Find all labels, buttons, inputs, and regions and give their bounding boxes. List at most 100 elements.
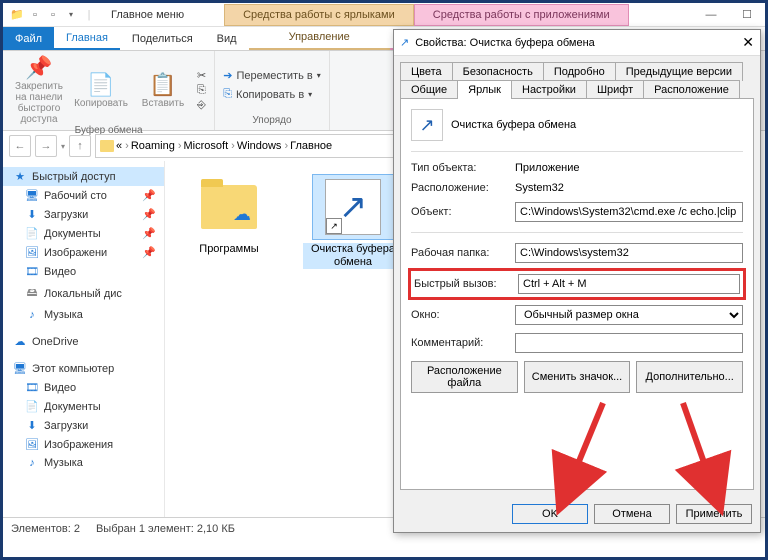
star-icon: ★ xyxy=(13,170,27,183)
copy-button[interactable]: 📄 Копировать xyxy=(73,55,129,125)
dialog-titlebar[interactable]: ↗ Свойства: Очистка буфера обмена ✕ xyxy=(394,30,760,56)
pc-icon: 🖥 xyxy=(13,362,27,375)
nav-quick-access[interactable]: ★Быстрый доступ xyxy=(3,167,164,186)
context-tab-app-tools[interactable]: Средства работы с приложениями xyxy=(414,4,629,26)
image-icon: 🖼 xyxy=(25,438,39,451)
tab-shortcut[interactable]: Ярлык xyxy=(457,80,512,99)
window-title: Главное меню xyxy=(111,9,184,21)
video-icon: 🎞 xyxy=(25,265,39,278)
close-button[interactable]: ✕ xyxy=(742,34,754,51)
nav-pictures[interactable]: 🖼Изображени📌 xyxy=(3,243,164,262)
copy-path-button[interactable]: ⎘ xyxy=(197,84,206,97)
path-icon: ⎘ xyxy=(197,84,206,97)
nav-onedrive[interactable]: ☁OneDrive xyxy=(3,332,164,351)
change-icon-button[interactable]: Сменить значок... xyxy=(524,361,631,393)
nav-documents[interactable]: 📄Документы📌 xyxy=(3,224,164,243)
music-icon: ♪ xyxy=(25,457,39,469)
nav-pc-downloads[interactable]: ⬇Загрузки xyxy=(3,416,164,435)
label-comment: Комментарий: xyxy=(411,337,507,349)
tab-font[interactable]: Шрифт xyxy=(586,80,644,99)
target-input[interactable] xyxy=(515,202,743,222)
move-to-button[interactable]: ➔Переместить в▾ xyxy=(223,69,321,82)
nav-localdisk[interactable]: 🖴Локальный дис xyxy=(3,281,164,306)
window-select[interactable]: Обычный размер окна xyxy=(515,305,743,325)
nav-desktop[interactable]: 🖥Рабочий сто📌 xyxy=(3,186,164,205)
pin-button[interactable]: 📌 Закрепить на панели быстрого доступа xyxy=(11,55,67,125)
tab-home[interactable]: Главная xyxy=(54,27,120,50)
status-item-count: Элементов: 2 xyxy=(11,523,80,535)
nav-thispc[interactable]: 🖥Этот компьютер xyxy=(3,359,164,378)
download-icon: ⬇ xyxy=(25,208,39,221)
label-window: Окно: xyxy=(411,309,507,321)
qat-item[interactable]: ▫ xyxy=(27,7,43,23)
onedrive-overlay-icon: ☁ xyxy=(233,204,251,225)
tab-details[interactable]: Подробно xyxy=(543,62,616,81)
dialog-title: Свойства: Очистка буфера обмена xyxy=(415,37,595,49)
folder-icon xyxy=(100,140,114,152)
tab-general[interactable]: Общие xyxy=(400,80,458,99)
download-icon: ⬇ xyxy=(25,419,39,432)
minimize-button[interactable]: — xyxy=(693,3,729,27)
nav-pc-documents[interactable]: 📄Документы xyxy=(3,397,164,416)
tab-settings[interactable]: Настройки xyxy=(511,80,587,99)
advanced-button[interactable]: Дополнительно... xyxy=(636,361,743,393)
tab-view[interactable]: Вид xyxy=(205,27,249,50)
folder-icon: ☁ xyxy=(201,185,257,229)
forward-button[interactable]: → xyxy=(35,135,57,157)
nav-pc-videos[interactable]: 🎞Видео xyxy=(3,378,164,397)
nav-pc-pictures[interactable]: 🖼Изображения xyxy=(3,435,164,454)
tab-colors[interactable]: Цвета xyxy=(400,62,453,81)
copyto-icon: ⎘ xyxy=(223,88,232,101)
tab-security[interactable]: Безопасность xyxy=(452,62,544,81)
back-button[interactable]: ← xyxy=(9,135,31,157)
properties-dialog: ↗ Свойства: Очистка буфера обмена ✕ Цвет… xyxy=(393,29,761,533)
nav-music[interactable]: ♪Музыка xyxy=(3,306,164,324)
tab-manage-shortcut[interactable]: Управление xyxy=(249,27,390,50)
folder-icon: 📁 xyxy=(9,7,25,23)
shortcut-clear-clipboard[interactable]: ↗ Очистка буфера обмена xyxy=(303,175,403,503)
shortcut-name: Очистка буфера обмена xyxy=(451,119,576,131)
nav-downloads[interactable]: ⬇Загрузки📌 xyxy=(3,205,164,224)
shortcut-large-icon: ↗ xyxy=(411,109,443,141)
paste-shortcut-button[interactable]: ⎆ xyxy=(197,99,206,112)
tab-share[interactable]: Поделиться xyxy=(120,27,205,50)
tab-file[interactable]: Файл xyxy=(3,27,54,50)
context-tab-shortcut-tools[interactable]: Средства работы с ярлыками xyxy=(224,4,414,26)
qat-item[interactable]: ▫ xyxy=(45,7,61,23)
hotkey-input[interactable] xyxy=(518,274,740,294)
nav-videos[interactable]: 🎞Видео xyxy=(3,262,164,281)
paste-button[interactable]: 📋 Вставить xyxy=(135,55,191,125)
folder-programs[interactable]: ☁ Программы xyxy=(179,175,279,503)
value-type: Приложение xyxy=(515,162,743,174)
document-icon: 📄 xyxy=(25,400,39,413)
app-icon: ↗ xyxy=(400,36,409,49)
shortcut-icon: ↗ xyxy=(325,179,381,235)
ok-button[interactable]: OK xyxy=(512,504,588,524)
history-dropdown-icon[interactable]: ▾ xyxy=(61,142,65,151)
qat-dropdown-icon[interactable]: ▾ xyxy=(63,7,79,23)
video-icon: 🎞 xyxy=(25,381,39,394)
link-icon: ⎆ xyxy=(197,99,206,112)
maximize-button[interactable]: ☐ xyxy=(729,3,765,27)
cancel-button[interactable]: Отмена xyxy=(594,504,670,524)
image-icon: 🖼 xyxy=(25,246,39,259)
workdir-input[interactable] xyxy=(515,243,743,263)
pin-icon: 📌 xyxy=(142,246,156,259)
pin-icon: 📌 xyxy=(142,189,156,202)
navigation-pane: ★Быстрый доступ 🖥Рабочий сто📌 ⬇Загрузки📌… xyxy=(3,161,165,517)
nav-pc-music[interactable]: ♪Музыка xyxy=(3,454,164,472)
quick-access-toolbar: 📁 ▫ ▫ ▾ | xyxy=(3,7,103,23)
tab-layout[interactable]: Расположение xyxy=(643,80,740,99)
comment-input[interactable] xyxy=(515,333,743,353)
copy-to-button[interactable]: ⎘Копировать в▾ xyxy=(223,88,321,101)
open-file-location-button[interactable]: Расположение файла xyxy=(411,361,518,393)
pin-icon: 📌 xyxy=(142,208,156,221)
status-selection: Выбран 1 элемент: 2,10 КБ xyxy=(96,523,235,535)
up-button[interactable]: ↑ xyxy=(69,135,91,157)
label-workdir: Рабочая папка: xyxy=(411,247,507,259)
paste-icon: 📋 xyxy=(149,72,176,98)
apply-button[interactable]: Применить xyxy=(676,504,752,524)
value-location: System32 xyxy=(515,182,743,194)
cut-button[interactable]: ✂ xyxy=(197,69,206,82)
tab-previous-versions[interactable]: Предыдущие версии xyxy=(615,62,743,81)
